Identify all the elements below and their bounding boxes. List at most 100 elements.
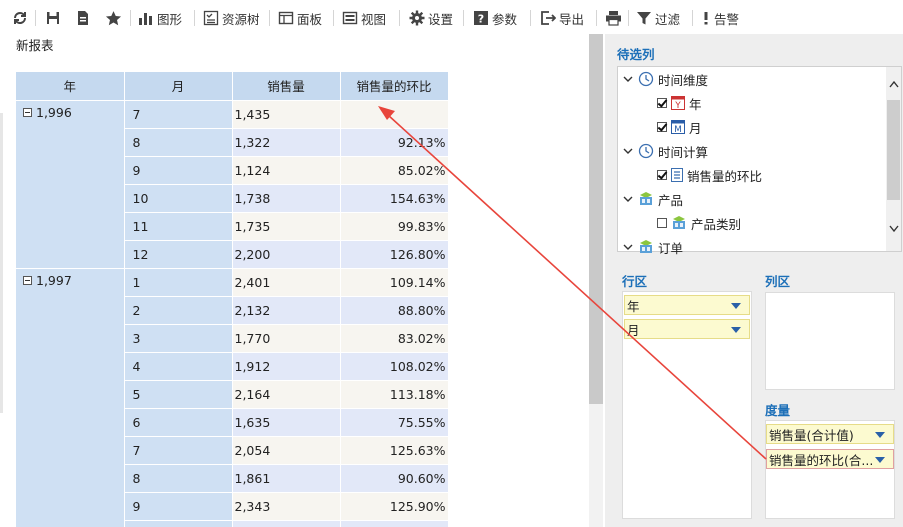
sales-ratio-cell[interactable]: 113.18% — [340, 380, 448, 409]
sales-cell[interactable]: 1,735 — [232, 212, 341, 241]
refresh-button[interactable] — [12, 7, 28, 29]
sales-cell[interactable]: 1,861 — [232, 464, 341, 493]
month-cell[interactable]: 2 — [124, 296, 233, 325]
month-cell[interactable]: 6 — [124, 408, 233, 437]
dropdown-arrow-icon[interactable] — [875, 457, 885, 463]
sales-ratio-cell[interactable]: 83.02% — [340, 324, 448, 353]
sales-ratio-cell[interactable]: 108.02% — [340, 352, 448, 381]
sales-cell[interactable]: 1,124 — [232, 156, 341, 185]
field-checkbox[interactable] — [657, 122, 667, 132]
header-year[interactable]: 年 — [16, 72, 125, 101]
sales-cell[interactable]: 1,770 — [232, 324, 341, 353]
month-cell[interactable]: 9 — [124, 156, 233, 185]
month-cell[interactable]: 7 — [124, 100, 233, 129]
sales-ratio-cell[interactable]: 92.13% — [340, 128, 448, 157]
main-scrollbar-thumb[interactable] — [589, 34, 603, 404]
sales-cell[interactable]: 1,738 — [232, 184, 341, 213]
sales-cell[interactable]: 2,343 — [232, 492, 341, 521]
month-cell[interactable]: 7 — [124, 436, 233, 465]
sales-ratio-cell[interactable]: 75.55% — [340, 408, 448, 437]
column-zone[interactable] — [765, 292, 895, 390]
tree-group-item[interactable]: 时间维度 — [622, 68, 708, 90]
header-sales-ratio[interactable]: 销售量的环比 — [340, 72, 448, 101]
sales-cell[interactable]: 2,132 — [232, 296, 341, 325]
header-month[interactable]: 月 — [124, 72, 233, 101]
scroll-up-icon[interactable] — [889, 80, 899, 88]
sales-cell[interactable]: 2,401 — [232, 268, 341, 297]
view-button[interactable]: 视图 — [342, 7, 386, 29]
month-cell[interactable]: 8 — [124, 464, 233, 493]
sales-ratio-cell[interactable]: 109.14% — [340, 268, 448, 297]
sales-ratio-cell[interactable]: 88.80% — [340, 296, 448, 325]
month-cell[interactable]: 4 — [124, 352, 233, 381]
favorite-button[interactable] — [105, 7, 122, 29]
row-chip-month[interactable]: 月 — [624, 319, 750, 339]
header-sales[interactable]: 销售量 — [232, 72, 341, 101]
dropdown-arrow-icon[interactable] — [731, 327, 741, 333]
chevron-down-icon[interactable] — [622, 193, 634, 205]
panel-button[interactable]: 面板 — [278, 7, 322, 29]
sales-ratio-cell[interactable] — [340, 100, 448, 129]
year-cell[interactable]: 1,996 — [16, 100, 125, 269]
collapse-icon[interactable] — [23, 275, 32, 285]
month-cell[interactable]: 10 — [124, 184, 233, 213]
tree-group-item[interactable]: 时间计算 — [622, 140, 708, 162]
sales-cell[interactable]: 2,200 — [232, 240, 341, 269]
measure-chip-sales-ratio[interactable]: 销售量的环比(合... — [766, 449, 894, 469]
resource-tree-button[interactable]: 资源树 — [203, 7, 260, 29]
month-cell[interactable]: 1 — [124, 268, 233, 297]
tree-field-item[interactable]: M月 — [657, 116, 702, 138]
alert-button[interactable]: 告警 — [701, 7, 739, 29]
month-cell[interactable]: 8 — [124, 128, 233, 157]
sales-ratio-cell[interactable]: 85.02% — [340, 156, 448, 185]
month-cell[interactable]: 5 — [124, 380, 233, 409]
tree-scrollbar-thumb[interactable] — [887, 100, 900, 200]
settings-button[interactable]: 设置 — [409, 7, 453, 29]
tree-group-item[interactable]: 订单 — [622, 236, 683, 258]
sales-ratio-cell[interactable] — [340, 520, 448, 527]
sales-cell[interactable]: 1,912 — [232, 352, 341, 381]
month-cell[interactable]: 12 — [124, 240, 233, 269]
chevron-down-icon[interactable] — [622, 73, 634, 85]
field-checkbox[interactable] — [657, 218, 667, 228]
sales-ratio-cell[interactable]: 125.90% — [340, 492, 448, 521]
chevron-down-icon[interactable] — [622, 145, 634, 157]
sales-cell[interactable]: 2,164 — [232, 380, 341, 409]
month-cell[interactable]: 9 — [124, 492, 233, 521]
filter-button[interactable]: 过滤 — [636, 7, 680, 29]
sales-ratio-cell[interactable]: 126.80% — [340, 240, 448, 269]
sales-cell[interactable]: 1,435 — [232, 100, 341, 129]
tree-field-item[interactable]: 销售量的环比 — [657, 164, 762, 186]
sales-ratio-cell[interactable]: 99.83% — [340, 212, 448, 241]
sales-ratio-cell[interactable]: 90.60% — [340, 464, 448, 493]
tree-group-item[interactable]: 产品 — [622, 188, 683, 210]
month-cell[interactable]: 11 — [124, 212, 233, 241]
params-button[interactable]: ? 参数 — [473, 7, 517, 29]
print-button[interactable] — [605, 7, 622, 29]
export-button[interactable]: 导出 — [540, 7, 584, 29]
save-button[interactable] — [45, 7, 61, 29]
collapse-icon[interactable] — [23, 107, 32, 117]
dropdown-arrow-icon[interactable] — [731, 303, 741, 309]
sales-cell[interactable] — [232, 520, 341, 527]
tree-field-item[interactable]: Y年 — [657, 92, 702, 114]
field-checkbox[interactable] — [657, 98, 667, 108]
row-chip-year[interactable]: 年 — [624, 295, 750, 315]
year-cell[interactable]: 1,997 — [16, 268, 125, 527]
month-cell[interactable] — [124, 520, 233, 527]
sales-cell[interactable]: 1,322 — [232, 128, 341, 157]
measure-chip-sales[interactable]: 销售量(合计值) — [766, 424, 894, 444]
tree-field-item[interactable]: 产品类别 — [657, 212, 741, 234]
left-edge-handle[interactable] — [0, 113, 3, 413]
dropdown-arrow-icon[interactable] — [875, 432, 885, 438]
scroll-down-icon[interactable] — [889, 225, 899, 233]
sales-cell[interactable]: 2,054 — [232, 436, 341, 465]
save-as-button[interactable] — [75, 7, 91, 29]
field-checkbox[interactable] — [657, 170, 667, 180]
sales-ratio-cell[interactable]: 154.63% — [340, 184, 448, 213]
sales-ratio-cell[interactable]: 125.63% — [340, 436, 448, 465]
sales-cell[interactable]: 1,635 — [232, 408, 341, 437]
month-cell[interactable]: 3 — [124, 324, 233, 353]
chart-button[interactable]: 图形 — [138, 7, 182, 29]
chevron-down-icon[interactable] — [622, 241, 634, 253]
